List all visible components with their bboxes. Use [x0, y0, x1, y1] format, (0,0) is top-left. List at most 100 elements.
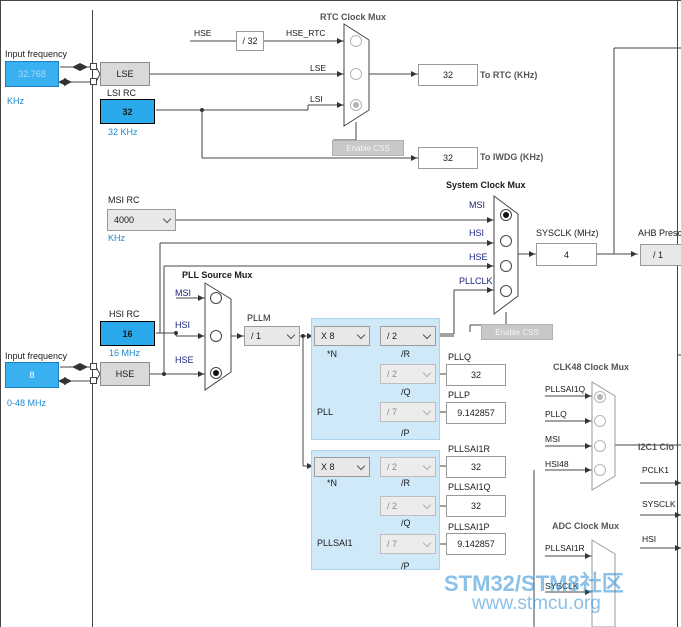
watermark-url: www.stmcu.org	[472, 593, 601, 614]
pllsai1p-value[interactable]: 9.142857	[446, 533, 506, 555]
hse-port-top	[90, 363, 97, 370]
pll-q-label: /Q	[401, 387, 411, 397]
system-mux-radio-msi[interactable]	[500, 209, 512, 221]
chevron-down-icon	[356, 330, 366, 340]
pllsai1r-label: PLLSAI1R	[448, 444, 491, 454]
clk48-input-pllsai1q: PLLSAI1Q	[545, 384, 586, 394]
pll-n-dropdown[interactable]: X 8	[314, 326, 370, 346]
hsi-rc-unit: 16 MHz	[109, 348, 141, 358]
pllm-dropdown[interactable]: / 1	[244, 326, 300, 346]
rtc-mux-radio-lsi[interactable]	[350, 99, 362, 111]
msi-rc-unit: KHz	[108, 233, 126, 243]
chevron-down-icon	[422, 406, 432, 416]
lse-input-frequency[interactable]: 32.768	[5, 61, 59, 87]
adc-input-pllsai1r: PLLSAI1R	[545, 543, 585, 553]
pllm-label: PLLM	[247, 313, 271, 323]
pllsai1r-value[interactable]: 32	[446, 456, 506, 478]
system-mux-title: System Clock Mux	[446, 180, 526, 190]
lsi-rc-label: LSI RC	[107, 88, 137, 98]
pllp-label: PLLP	[448, 390, 471, 400]
pllq-value[interactable]: 32	[446, 364, 506, 386]
system-mux-radio-hse[interactable]	[500, 260, 512, 272]
pll-source-radio-hse[interactable]	[210, 367, 222, 379]
hse-port-bottom	[90, 377, 97, 384]
system-mux-input-pllclk: PLLCLK	[459, 276, 493, 286]
pll-n-label: *N	[327, 349, 338, 359]
pll-source-input-msi: MSI	[175, 288, 192, 298]
rtc-mux-radio-hse[interactable]	[350, 35, 362, 47]
pllsai1-q-dropdown[interactable]: / 2	[380, 496, 436, 516]
pllsai1-q-value: / 2	[387, 501, 398, 511]
sysclk-value[interactable]: 4	[536, 243, 597, 266]
hsi-rc-label: HSI RC	[109, 309, 140, 319]
pll-q-dropdown[interactable]: / 2	[380, 364, 436, 384]
enable-css-rtc-button[interactable]: Enable CSS	[332, 140, 404, 156]
pllsai1-r-dropdown[interactable]: / 2	[380, 457, 436, 477]
pll-p-label: /P	[401, 428, 410, 438]
pllsai1q-label: PLLSAI1Q	[448, 482, 491, 492]
lse-source-block[interactable]: LSE	[100, 62, 150, 86]
chevron-down-icon	[286, 330, 296, 340]
pll-q-value: / 2	[387, 369, 398, 379]
pllsai1-p-label: /P	[401, 561, 410, 571]
clk48-radio-msi[interactable]	[594, 440, 606, 452]
pllsai1-p-value: / 7	[387, 539, 398, 549]
pll-r-dropdown[interactable]: / 2	[380, 326, 436, 346]
pll-p-value: / 7	[387, 407, 398, 417]
system-mux-input-hsi: HSI	[469, 228, 485, 238]
pllsai1-q-label: /Q	[401, 518, 411, 528]
pll-r-label: /R	[401, 349, 410, 359]
clk48-radio-pllq[interactable]	[594, 415, 606, 427]
pllsai1-name: PLLSAI1	[317, 538, 353, 548]
rtc-output-value[interactable]: 32	[418, 64, 478, 86]
pll-source-mux-title: PLL Source Mux	[182, 270, 253, 280]
pllsai1-n-dropdown[interactable]: X 8	[314, 457, 370, 477]
chevron-down-icon	[422, 330, 432, 340]
adc-mux-title: ADC Clock Mux	[552, 521, 620, 531]
clk48-radio-hsi48[interactable]	[594, 464, 606, 476]
msi-rc-label: MSI RC	[108, 195, 140, 205]
pllsai1q-value[interactable]: 32	[446, 495, 506, 517]
ahb-prescaler-value: / 1	[653, 250, 664, 260]
iwdg-output-value[interactable]: 32	[418, 147, 478, 169]
ahb-prescaler-label: AHB Presc	[638, 228, 681, 238]
pllsai1-p-dropdown[interactable]: / 7	[380, 534, 436, 554]
rtc-mux-title: RTC Clock Mux	[320, 12, 387, 22]
hsi-rc-block[interactable]: 16	[100, 321, 155, 346]
chevron-down-icon	[422, 461, 432, 471]
hse-input-label: Input frequency	[5, 351, 68, 361]
clk48-input-pllq: PLLQ	[545, 409, 567, 419]
rtc-input-lse-label: LSE	[310, 63, 327, 73]
lse-port-bottom	[90, 78, 97, 85]
lse-input-unit: KHz	[7, 96, 25, 106]
pll-name: PLL	[317, 407, 334, 417]
clk48-radio-pllsai1q[interactable]	[594, 391, 606, 403]
lsi-rc-block[interactable]: 32	[100, 99, 155, 124]
rtc-input-hse-rtc-label: HSE_RTC	[286, 28, 326, 38]
rtc-output-label: To RTC (KHz)	[480, 70, 538, 80]
pll-source-input-hse: HSE	[175, 355, 194, 365]
msi-rc-value: 4000	[114, 215, 135, 225]
rtc-mux-radio-lse[interactable]	[350, 68, 362, 80]
chevron-down-icon	[422, 500, 432, 510]
system-mux-radio-pllclk[interactable]	[500, 285, 512, 297]
system-mux-input-hse: HSE	[469, 252, 488, 262]
pll-r-value: / 2	[387, 331, 398, 341]
pllm-value: / 1	[251, 331, 262, 341]
enable-css-system-button[interactable]: Enable CSS	[481, 324, 553, 340]
pll-p-dropdown[interactable]: / 7	[380, 402, 436, 422]
pll-source-radio-msi[interactable]	[210, 292, 222, 304]
chevron-down-icon	[356, 461, 366, 471]
hse-rtc-divider[interactable]: / 32	[236, 31, 264, 51]
iwdg-output-label: To IWDG (KHz)	[480, 152, 544, 162]
hse-source-block[interactable]: HSE	[100, 362, 150, 386]
system-mux-radio-hsi[interactable]	[500, 235, 512, 247]
i2c1-input-pclk1: PCLK1	[642, 465, 669, 475]
pllp-value[interactable]: 9.142857	[446, 402, 506, 424]
ahb-prescaler-dropdown[interactable]: / 1	[640, 244, 681, 266]
i2c1-input-hsi: HSI	[642, 534, 657, 544]
system-mux-input-msi: MSI	[469, 200, 486, 210]
pll-source-radio-hsi[interactable]	[210, 330, 222, 342]
msi-rc-dropdown[interactable]: 4000	[107, 209, 176, 231]
hse-input-frequency[interactable]: 8	[5, 362, 59, 388]
